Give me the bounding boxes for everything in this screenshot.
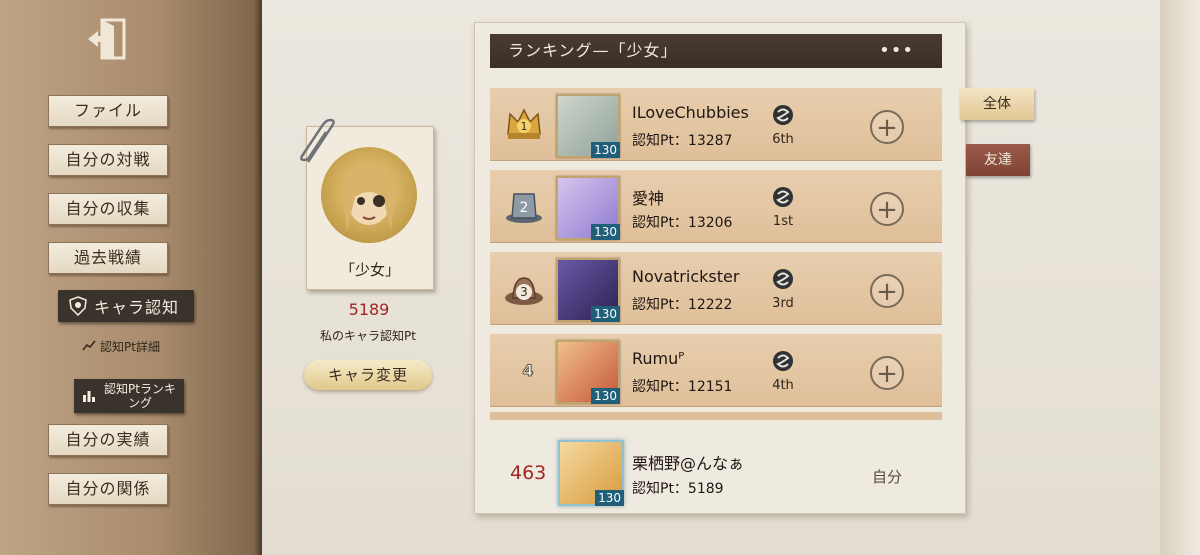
add-friend-button[interactable]: + (870, 274, 904, 308)
svg-text:1: 1 (521, 120, 528, 133)
nav-past-records-button[interactable]: 過去戦績 (48, 242, 168, 274)
tab-all[interactable]: 全体 (960, 88, 1034, 120)
player-name: ILoveChubbies (632, 103, 749, 122)
player-name: Novatrickster (632, 267, 740, 286)
next-row-peek (490, 412, 942, 420)
my-ranking-row: 463 130 栗栖野@んなぁ 認知Pt：5189 自分 (474, 428, 964, 512)
player-points: 認知Pt：12151 (632, 379, 733, 395)
svg-text:2: 2 (520, 200, 529, 216)
line-chart-icon (82, 339, 96, 354)
bronze-hat-badge-icon: 3 (504, 268, 544, 308)
rank-tier-icon (772, 350, 794, 372)
paperclip-icon (298, 118, 338, 170)
level-badge: 130 (591, 306, 620, 322)
level-badge: 130 (591, 388, 620, 404)
crown-badge-icon: 1 (504, 104, 544, 144)
add-friend-button[interactable]: + (870, 192, 904, 226)
avatar[interactable]: 130 (556, 94, 620, 158)
svg-text:4: 4 (522, 361, 533, 380)
player-name: 愛神 (632, 189, 665, 208)
svg-text:3: 3 (520, 285, 528, 299)
sub-active-label: 認知Ptランキング (104, 382, 176, 410)
rank-tier-icon (772, 104, 794, 126)
table-row: 4 130 Rumuᴾ 認知Pt：12151 4th + (490, 334, 942, 407)
more-options-button[interactable]: ••• (879, 34, 914, 68)
add-friend-button[interactable]: + (870, 110, 904, 144)
table-row: 2 130 愛神 認知Pt：13206 1st + (490, 170, 942, 243)
my-player-points: 認知Pt：5189 (632, 481, 724, 497)
exit-icon[interactable] (84, 16, 132, 62)
ranking-header: ランキング—「少女」 ••• (490, 34, 942, 68)
rank-tier-label: 3rd (772, 296, 794, 311)
rank-tier-label: 1st (772, 214, 794, 229)
my-rank-value: 463 (510, 462, 547, 484)
rank-tier-label: 6th (772, 132, 794, 147)
my-player-name: 栗栖野@んなぁ (632, 454, 745, 473)
level-badge: 130 (595, 490, 624, 506)
table-row: 1 130 ILoveChubbies 認知Pt：13287 6th + (490, 88, 942, 161)
player-points: 認知Pt：13287 (632, 133, 733, 149)
shield-icon (68, 296, 88, 317)
rank-tier-icon (772, 268, 794, 290)
sub-item-label: 認知Pt詳細 (100, 340, 160, 354)
sub-item-pt-detail[interactable]: 認知Pt詳細 (82, 338, 160, 355)
avatar[interactable]: 130 (556, 340, 620, 404)
player-points: 認知Pt：12222 (632, 297, 733, 313)
table-row: 3 130 Novatrickster 認知Pt：12222 3rd + (490, 252, 942, 325)
change-character-button[interactable]: キャラ変更 (304, 360, 432, 390)
player-name: Rumuᴾ (632, 349, 685, 368)
nav-my-matches-button[interactable]: 自分の対戦 (48, 144, 168, 176)
level-badge: 130 (591, 224, 620, 240)
rank-tier-icon (772, 186, 794, 208)
nav-relations-button[interactable]: 自分の関係 (48, 473, 168, 505)
nav-achievements-button[interactable]: 自分の実績 (48, 424, 168, 456)
paper-edge (1160, 0, 1200, 555)
sub-item-pt-ranking[interactable]: 認知Ptランキング (74, 379, 184, 413)
rank-tier-label: 4th (772, 378, 794, 393)
nav-character-recognition-button[interactable]: キャラ認知 (58, 290, 194, 322)
my-avatar[interactable]: 130 (558, 440, 624, 506)
silver-hat-badge-icon: 2 (504, 186, 544, 226)
character-name: 「少女」 (339, 261, 400, 279)
tab-friends[interactable]: 友達 (966, 144, 1030, 176)
ranking-title: ランキング—「少女」 (508, 41, 678, 60)
avatar[interactable]: 130 (556, 258, 620, 322)
avatar[interactable]: 130 (556, 176, 620, 240)
my-points-value: 5189 (348, 300, 390, 319)
nav-my-collection-button[interactable]: 自分の収集 (48, 193, 168, 225)
nav-file-button[interactable]: ファイル (48, 95, 168, 127)
player-points: 認知Pt：13206 (632, 215, 733, 231)
bar-chart-icon (82, 388, 96, 405)
self-label: 自分 (872, 468, 903, 486)
add-friend-button[interactable]: + (870, 356, 904, 390)
nav-active-label: キャラ認知 (94, 298, 180, 317)
sidebar (0, 0, 262, 555)
rank-number-badge: 4 (504, 350, 544, 390)
my-points-label: 私のキャラ認知Pt (320, 329, 416, 343)
level-badge: 130 (591, 142, 620, 158)
